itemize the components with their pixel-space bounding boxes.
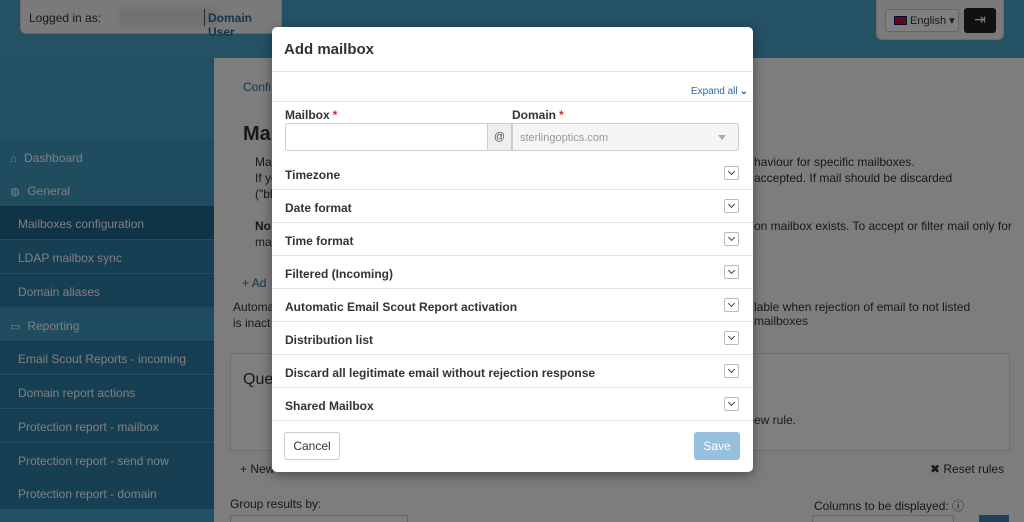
modal-header: Add mailbox	[272, 27, 753, 72]
section-label: Discard all legitimate email without rej…	[285, 366, 596, 380]
chevron-down-icon[interactable]	[724, 232, 739, 246]
mailbox-label: Mailbox *	[285, 108, 337, 122]
section-label: Time format	[285, 234, 354, 248]
caret-down-icon	[718, 135, 726, 140]
domain-label-text: Domain	[512, 108, 557, 122]
chevron-down-icon[interactable]	[724, 166, 739, 180]
section-timezone[interactable]: Timezone	[272, 157, 753, 190]
section-auto-report-activation[interactable]: Automatic Email Scout Report activation	[272, 289, 753, 322]
add-mailbox-modal: Add mailbox Expand all ⌄ Mailbox * Domain *…	[272, 27, 753, 472]
section-label: Shared Mailbox	[285, 399, 374, 413]
chevron-down-icon[interactable]	[724, 199, 739, 213]
domain-select-value: sterlingoptics.com	[520, 132, 609, 144]
expand-row: Expand all ⌄	[272, 72, 753, 102]
section-label: Timezone	[285, 168, 341, 182]
section-filtered-incoming[interactable]: Filtered (Incoming)	[272, 256, 753, 289]
section-shared-mailbox[interactable]: Shared Mailbox	[272, 388, 753, 421]
chevron-down-icon[interactable]	[724, 364, 739, 378]
chevron-down-icon[interactable]	[724, 331, 739, 345]
expand-all-label: Expand all	[690, 86, 738, 97]
expand-all-link[interactable]: Expand all ⌄	[691, 86, 748, 97]
cancel-button[interactable]: Cancel	[284, 432, 340, 460]
domain-select[interactable]: sterlingoptics.com	[512, 123, 739, 151]
required-marker: *	[559, 108, 564, 122]
section-label: Automatic Email Scout Report activation	[285, 300, 518, 314]
section-discard-legitimate-email[interactable]: Discard all legitimate email without rej…	[272, 355, 753, 388]
chevron-down-icon[interactable]	[724, 265, 739, 279]
mailbox-label-text: Mailbox	[285, 108, 330, 122]
at-addon: @	[488, 123, 512, 151]
section-label: Filtered (Incoming)	[285, 267, 393, 281]
domain-label: Domain *	[512, 108, 564, 122]
save-button[interactable]: Save	[694, 432, 740, 460]
modal-title: Add mailbox	[284, 41, 375, 58]
section-time-format[interactable]: Time format	[272, 223, 753, 256]
section-label: Date format	[285, 201, 352, 215]
chevron-down-icon[interactable]	[724, 298, 739, 312]
section-date-format[interactable]: Date format	[272, 190, 753, 223]
required-marker: *	[332, 108, 338, 122]
section-label: Distribution list	[285, 333, 373, 347]
chevron-down-icon[interactable]	[724, 397, 739, 411]
chevron-down-icon: ⌄	[739, 86, 748, 97]
section-distribution-list[interactable]: Distribution list	[272, 322, 753, 355]
mailbox-input[interactable]	[285, 123, 488, 151]
